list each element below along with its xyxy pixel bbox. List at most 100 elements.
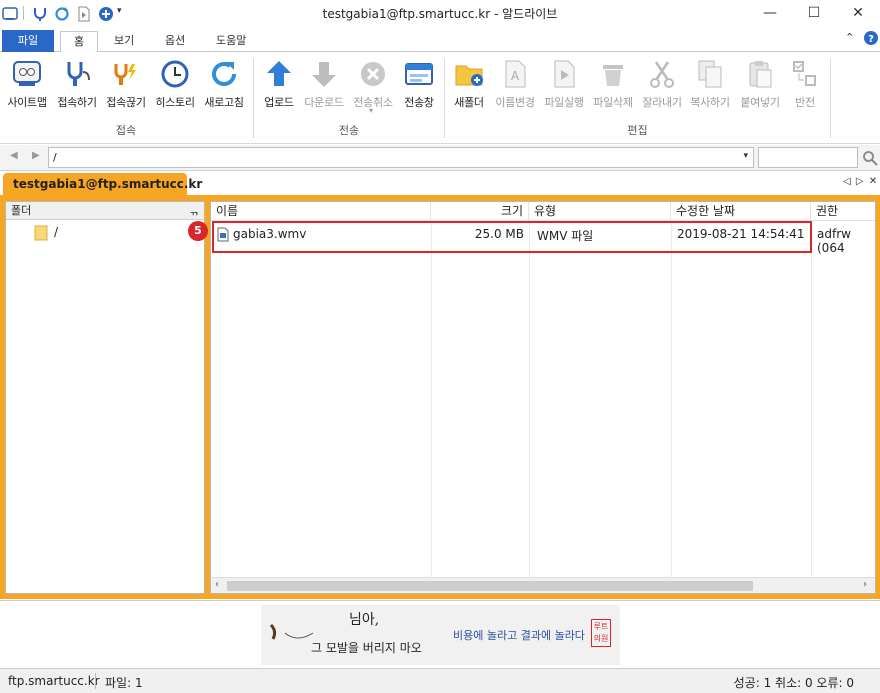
status-server: ftp.smartucc.kr [8, 674, 100, 688]
chevron-up-icon[interactable]: ⌃ [845, 31, 854, 44]
tab-options[interactable]: 옵션 [155, 31, 195, 52]
paste-icon [749, 61, 772, 88]
scissors-icon [650, 61, 674, 88]
upload-arrow-icon [267, 61, 291, 86]
run-file-button[interactable]: 파일실행 [540, 56, 588, 120]
ribbon-tab-bar: 파일 홈 보기 옵션 도움말 ⌃ ? [0, 28, 880, 53]
help-icon[interactable]: ? [864, 31, 878, 45]
address-bar: ◀ ▶ / ▾ [0, 145, 880, 171]
ad-banner[interactable]: 님아, 그 모발을 버리지 마오 비용에 놀라고 결과에 놀라다 루트의원 [261, 605, 620, 665]
new-folder-button[interactable]: 새폴더 [448, 56, 490, 120]
folder-pane-title: 폴더 [11, 204, 32, 217]
pin-icon[interactable]: ᆩ [189, 202, 199, 219]
status-bar: ftp.smartucc.kr 파일: 1 성공: 1 취소: 0 오류: 0 [0, 668, 880, 693]
folder-pane: 폴더 ᆩ / [5, 201, 205, 594]
invert-selection-icon [793, 61, 816, 86]
status-file-count: 파일: 1 [105, 676, 143, 690]
column-header-type[interactable]: 유형 [529, 202, 671, 221]
history-label: 히스토리 [155, 96, 195, 109]
upload-button[interactable]: 업로드 [258, 56, 300, 120]
delete-file-label: 파일삭제 [593, 96, 633, 109]
search-input[interactable] [758, 147, 858, 168]
search-icon[interactable] [862, 150, 878, 166]
cut-label: 잘라내기 [642, 96, 682, 109]
sort-ascending-icon: ⌃ [317, 201, 325, 208]
tab-file[interactable]: 파일 [2, 30, 54, 52]
tab-home[interactable]: 홈 [60, 31, 98, 53]
sitemap-label: 사이트맵 [7, 96, 47, 109]
download-button[interactable]: 다운로드 [301, 56, 347, 120]
column-header-modified[interactable]: 수정한 날짜 [671, 202, 811, 221]
scroll-left-icon[interactable]: ‹ [215, 579, 219, 590]
group-label-transfer: 전송 [338, 124, 360, 137]
path-dropdown-icon[interactable]: ▾ [743, 151, 748, 161]
copy-button[interactable]: 복사하기 [686, 56, 734, 120]
cancel-icon [361, 62, 385, 86]
disconnect-plug-icon [114, 64, 136, 85]
close-button[interactable]: ✕ [836, 0, 880, 28]
folder-tree-root[interactable]: / [34, 224, 64, 242]
tab-nav-icons[interactable]: ◁ ▷ ✕ [843, 176, 878, 187]
back-icon[interactable]: ◀ [10, 150, 18, 161]
delete-file-button[interactable]: 파일삭제 [589, 56, 637, 120]
path-input[interactable]: / ▾ [48, 147, 754, 168]
column-divider [431, 221, 432, 577]
path-text: / [53, 151, 57, 164]
history-button[interactable]: 히스토리 [152, 56, 198, 120]
folder-pane-header: 폴더 ᆩ [6, 202, 204, 220]
sitemap-button[interactable]: 사이트맵 [3, 56, 51, 120]
main-frame: 폴더 ᆩ / 이름 ⌃ 크기 유형 수정한 날짜 권한 gabia3.wmv 2… [0, 195, 880, 599]
row-highlight-box [212, 221, 812, 253]
brush-stroke-decoration [269, 623, 314, 640]
transfer-window-icon [405, 63, 433, 85]
file-list-pane: 이름 ⌃ 크기 유형 수정한 날짜 권한 gabia3.wmv 25.0 MB … [210, 201, 876, 594]
svg-text:?: ? [868, 34, 874, 45]
forward-icon[interactable]: ▶ [32, 150, 40, 161]
upload-label: 업로드 [264, 96, 294, 109]
download-label: 다운로드 [304, 96, 344, 109]
tab-help[interactable]: 도움말 [206, 31, 256, 52]
banner-line-3: 비용에 놀라고 결과에 놀라다 [453, 629, 585, 642]
tab-connection[interactable]: testgabia1@ftp.smartucc.kr [3, 173, 202, 197]
step-marker-badge: 5 [188, 221, 208, 241]
transfer-window-label: 전송창 [404, 96, 434, 109]
cut-button[interactable]: 잘라내기 [639, 56, 685, 120]
group-label-connect: 접속 [115, 124, 137, 137]
status-separator [95, 673, 96, 689]
scroll-right-icon[interactable]: › [863, 579, 867, 590]
connect-label: 접속하기 [57, 96, 97, 109]
banner-area: 님아, 그 모발을 버리지 마오 비용에 놀라고 결과에 놀라다 루트의원 [0, 600, 880, 668]
paste-button[interactable]: 붙여넣기 [736, 56, 784, 120]
group-separator [830, 58, 831, 138]
rename-button[interactable]: A 이름변경 [491, 56, 539, 120]
svg-text:A: A [511, 69, 520, 83]
column-header-permission[interactable]: 권한 [811, 202, 875, 221]
column-divider [671, 221, 672, 577]
maximize-button[interactable]: ☐ [792, 0, 836, 28]
refresh-icon [212, 62, 236, 86]
folder-root-label: / [54, 225, 59, 239]
run-file-label: 파일실행 [544, 96, 584, 109]
tab-view[interactable]: 보기 [104, 31, 144, 52]
copy-icon [698, 60, 722, 88]
banner-line-1: 님아, [349, 612, 380, 628]
document-tab-strip: testgabia1@ftp.smartucc.kr ◁ ▷ ✕ [0, 171, 880, 197]
minimize-button[interactable]: — [748, 0, 792, 28]
disconnect-label: 접속끊기 [106, 96, 146, 109]
horizontal-scrollbar[interactable]: ‹ › [211, 577, 875, 593]
download-arrow-icon [312, 62, 336, 87]
trash-icon [603, 65, 623, 86]
plug-icon [67, 62, 90, 86]
rename-icon: A [505, 60, 526, 88]
column-header-size[interactable]: 크기 [431, 202, 529, 221]
file-list-header: 이름 ⌃ 크기 유형 수정한 날짜 권한 [211, 201, 875, 221]
invert-selection-button[interactable]: 반전 [786, 56, 824, 120]
refresh-button[interactable]: 새로고침 [200, 56, 248, 120]
cancel-dropdown-icon[interactable]: ▾ [369, 106, 373, 115]
disconnect-button[interactable]: 접속끊기 [103, 56, 149, 120]
transfer-window-button[interactable]: 전송창 [399, 56, 439, 120]
connect-button[interactable]: 접속하기 [54, 56, 100, 120]
run-file-icon [554, 60, 575, 88]
scrollbar-thumb[interactable] [227, 581, 753, 591]
new-folder-label: 새폴더 [454, 96, 484, 109]
